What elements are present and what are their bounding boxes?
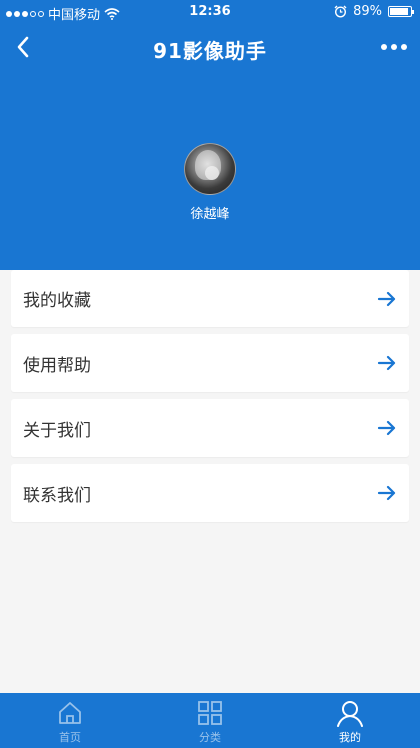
menu-item-label: 联系我们 bbox=[23, 485, 91, 506]
menu-item-label: 使用帮助 bbox=[23, 355, 91, 376]
user-icon bbox=[337, 701, 363, 727]
status-bar: 中国移动 12:36 89% bbox=[0, 0, 420, 24]
menu-item-help[interactable]: 使用帮助 bbox=[11, 334, 409, 392]
page-title: 91影像助手 bbox=[153, 39, 267, 63]
tab-label: 分类 bbox=[199, 731, 221, 744]
menu-item-label: 关于我们 bbox=[23, 420, 91, 441]
home-icon bbox=[59, 702, 81, 724]
header-background: 中国移动 12:36 89% 91影像助手 徐越峰 bbox=[0, 0, 420, 270]
tab-label: 首页 bbox=[59, 731, 81, 744]
arrow-right-icon bbox=[377, 485, 396, 501]
more-button[interactable] bbox=[376, 32, 412, 62]
avatar[interactable] bbox=[184, 143, 236, 195]
battery-level-fill bbox=[390, 8, 408, 15]
screen: 中国移动 12:36 89% 91影像助手 徐越峰 我的收藏 使用帮助 关于我们… bbox=[0, 0, 420, 748]
navigation-bar: 91影像助手 bbox=[0, 24, 420, 70]
arrow-right-icon bbox=[377, 420, 396, 436]
tab-category[interactable]: 分类 bbox=[140, 693, 280, 748]
alarm-icon bbox=[334, 5, 347, 18]
arrow-right-icon bbox=[377, 355, 396, 371]
menu-item-favorites[interactable]: 我的收藏 bbox=[11, 270, 409, 327]
profile-section: 徐越峰 bbox=[0, 143, 420, 222]
menu-item-label: 我的收藏 bbox=[23, 291, 91, 311]
battery-percent: 89% bbox=[353, 4, 382, 19]
menu-item-contact[interactable]: 联系我们 bbox=[11, 464, 409, 522]
menu-list: 我的收藏 使用帮助 关于我们 联系我们 bbox=[11, 270, 409, 529]
grid-icon bbox=[198, 701, 222, 725]
menu-item-about[interactable]: 关于我们 bbox=[11, 399, 409, 457]
tab-home[interactable]: 首页 bbox=[0, 693, 140, 748]
tab-mine[interactable]: 我的 bbox=[280, 693, 420, 748]
more-horizontal-icon bbox=[381, 44, 387, 50]
tab-label: 我的 bbox=[339, 731, 361, 744]
arrow-right-icon bbox=[377, 291, 396, 307]
status-right: 89% bbox=[334, 4, 414, 19]
tab-bar: 首页 分类 我的 bbox=[0, 693, 420, 748]
username: 徐越峰 bbox=[190, 207, 230, 222]
battery-icon bbox=[388, 6, 414, 17]
